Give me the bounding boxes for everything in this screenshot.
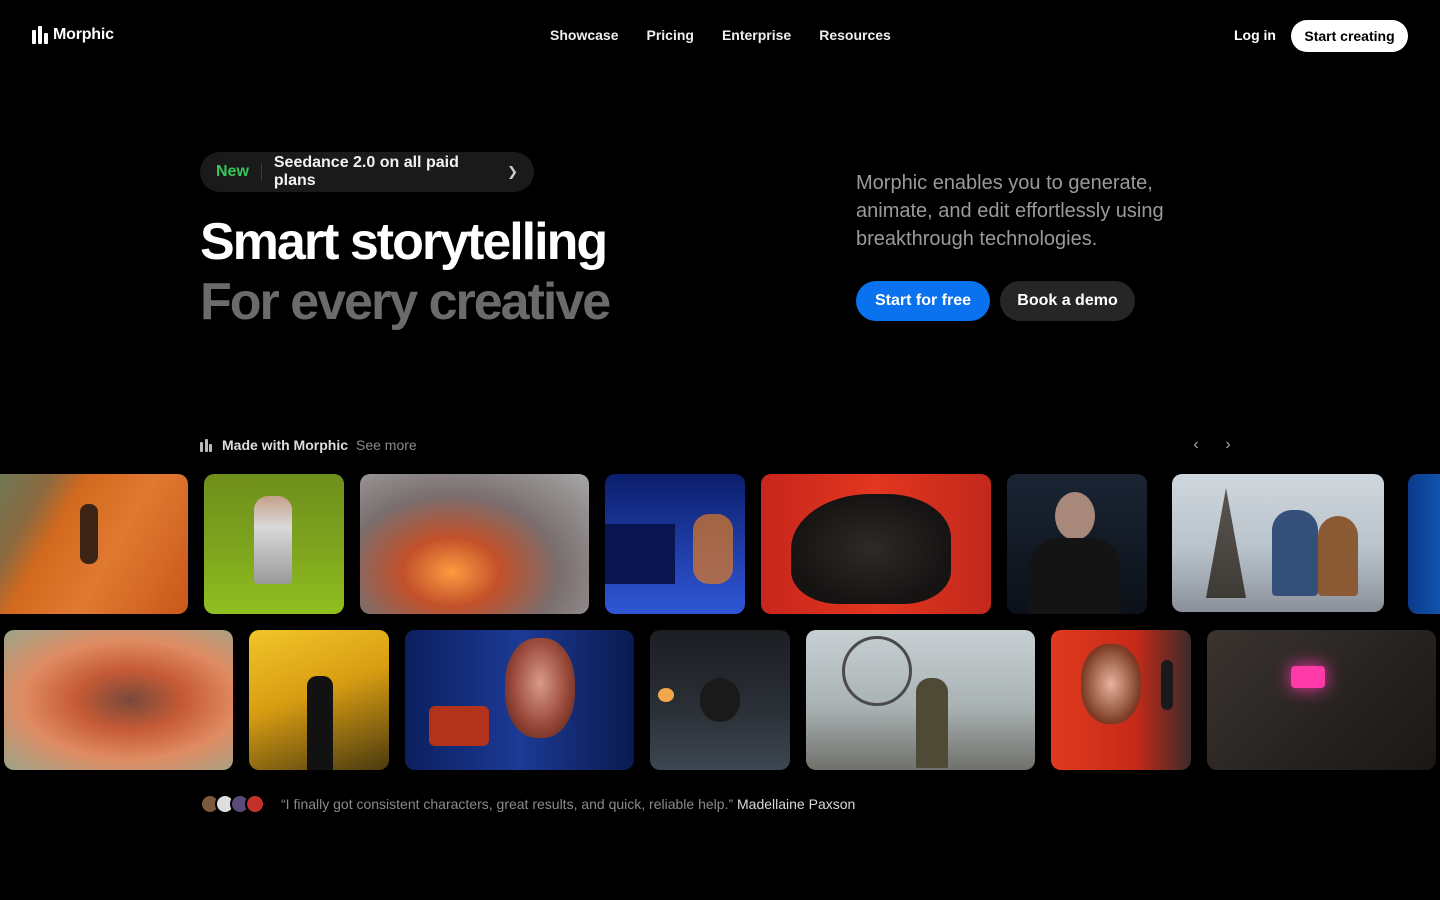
top-nav: Morphic Showcase Pricing Enterprise Reso… bbox=[0, 0, 1440, 72]
announcement-text: Seedance 2.0 on all paid plans bbox=[273, 154, 459, 189]
carousel-next-icon[interactable]: › bbox=[1219, 436, 1237, 454]
gallery-thumbnail-fire-explosion[interactable] bbox=[360, 474, 589, 614]
gallery-thumbnail-paris-couple[interactable] bbox=[1172, 474, 1384, 612]
gallery-thumbnail-man-night-rain[interactable] bbox=[1007, 474, 1147, 614]
start-for-free-button[interactable]: Start for free bbox=[856, 281, 990, 321]
gallery-thumbnail-partial-blue[interactable] bbox=[1408, 474, 1440, 614]
gallery-thumbnail-soldier-ferris-wheel[interactable] bbox=[806, 630, 1035, 770]
gallery-thumbnail-yellow-corridor[interactable] bbox=[249, 630, 389, 770]
reviewer-avatars bbox=[200, 794, 265, 814]
announcement-divider bbox=[260, 163, 262, 181]
gallery-thumbnail-woman-microphone[interactable] bbox=[1051, 630, 1191, 770]
testimonial: “I finally got consistent characters, gr… bbox=[281, 796, 855, 812]
nav-links: Showcase Pricing Enterprise Resources bbox=[550, 27, 891, 43]
gallery-thumbnail-woman-gun[interactable] bbox=[405, 630, 634, 770]
nav-link-enterprise[interactable]: Enterprise bbox=[722, 27, 791, 43]
brand-logo[interactable]: Morphic bbox=[32, 26, 114, 44]
testimonial-author: Madellaine Paxson bbox=[737, 796, 856, 812]
nav-link-resources[interactable]: Resources bbox=[819, 27, 891, 43]
nav-link-pricing[interactable]: Pricing bbox=[646, 27, 693, 43]
book-demo-button[interactable]: Book a demo bbox=[1000, 281, 1135, 321]
gallery-header: Made with Morphic See more bbox=[200, 437, 417, 453]
hero-headline: Smart storytelling bbox=[200, 213, 608, 271]
morphic-logo-icon bbox=[32, 26, 48, 44]
gallery-thumbnail-man-desk[interactable] bbox=[650, 630, 790, 770]
login-link[interactable]: Log in bbox=[1234, 27, 1276, 43]
hero-description: Morphic enables you to generate, animate… bbox=[856, 172, 1164, 250]
gallery-thumbnail-woman-green-sofa[interactable] bbox=[204, 474, 344, 614]
gallery-thumbnail-tiger[interactable] bbox=[761, 474, 991, 614]
hero-subheadline: For every creative bbox=[200, 273, 611, 331]
gallery-thumbnail-motion-blur[interactable] bbox=[4, 630, 233, 770]
gallery-thumbnail-climber[interactable] bbox=[0, 474, 188, 614]
chevron-right-icon: ❯ bbox=[507, 164, 518, 179]
announcement-pill[interactable]: New Seedance 2.0 on all paid plans ❯ bbox=[200, 152, 534, 192]
new-badge: New bbox=[216, 163, 249, 180]
nav-link-showcase[interactable]: Showcase bbox=[550, 27, 618, 43]
morphic-logo-icon bbox=[200, 438, 212, 452]
testimonial-quote: “I finally got consistent characters, gr… bbox=[281, 796, 734, 812]
gallery-thumbnail-window-illustration[interactable] bbox=[605, 474, 745, 614]
gallery-thumbnail-neon-room[interactable] bbox=[1207, 630, 1436, 770]
start-creating-button[interactable]: Start creating bbox=[1291, 20, 1408, 52]
see-more-link[interactable]: See more bbox=[356, 437, 417, 453]
avatar bbox=[245, 794, 265, 814]
carousel-prev-icon[interactable]: ‹ bbox=[1187, 436, 1205, 454]
brand-name: Morphic bbox=[53, 26, 114, 43]
gallery-label: Made with Morphic bbox=[222, 437, 348, 453]
